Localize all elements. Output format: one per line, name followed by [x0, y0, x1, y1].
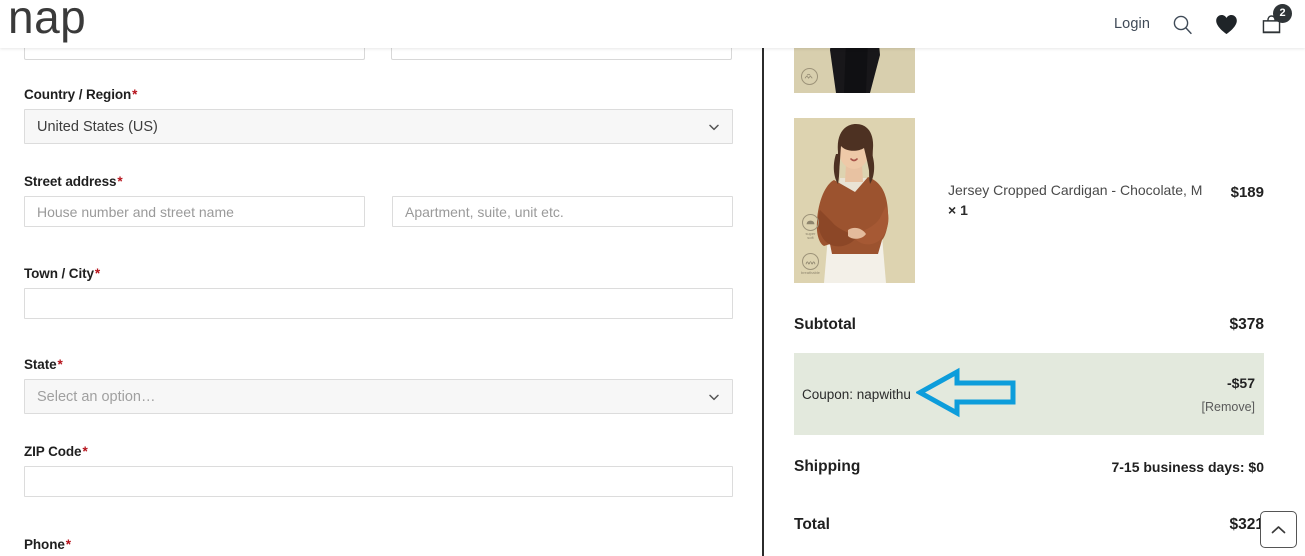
total-value: $321 [1229, 516, 1264, 533]
required-asterisk: * [65, 537, 71, 552]
zip-code-input[interactable] [24, 466, 733, 497]
cart-item: super soft breathable Jersey Cropped Card… [794, 118, 1264, 283]
super-soft-badge-icon [801, 213, 819, 231]
product-thumbnail[interactable]: super soft breathable [794, 118, 915, 283]
site-logo[interactable]: nap [8, 0, 86, 41]
field-zip-code: ZIP Code* [24, 444, 733, 497]
subtotal-label: Subtotal [794, 316, 856, 333]
required-asterisk: * [82, 444, 88, 459]
billing-form-column: Country / Region* United States (US) Str… [0, 48, 763, 556]
label-street-address-text: Street address [24, 174, 117, 189]
scroll-to-top-button[interactable] [1260, 511, 1297, 548]
login-link[interactable]: Login [1114, 16, 1150, 32]
state-value: Select an option… [37, 388, 156, 405]
town-city-input[interactable] [24, 288, 733, 319]
chevron-up-icon [1271, 525, 1286, 533]
product-quantity: × 1 [948, 201, 968, 218]
annotation-arrow-left-icon [916, 367, 1016, 418]
coupon-discount-amount: -$57 [1226, 374, 1255, 391]
street-address-line2-input[interactable] [392, 196, 733, 227]
coupon-label: Coupon: napwithu [802, 386, 911, 402]
order-summary-column: super soft breathable Jersey Cropped Card… [765, 0, 1305, 556]
shipping-row: Shipping 7-15 business days: $0 [794, 458, 1264, 476]
label-phone-text: Phone [24, 537, 65, 552]
subtotal-value: $378 [1229, 316, 1264, 333]
chevron-down-icon [709, 394, 719, 400]
label-town-city-text: Town / City [24, 266, 94, 281]
breathable-badge-icon [801, 252, 819, 270]
header-actions: Login 2 [1114, 0, 1292, 48]
label-country-region: Country / Region* [24, 87, 733, 102]
country-region-value: United States (US) [37, 118, 158, 135]
street-address-line1-input[interactable] [24, 196, 365, 227]
label-state-text: State [24, 357, 57, 372]
search-icon[interactable] [1172, 14, 1193, 35]
label-country-region-text: Country / Region [24, 87, 132, 102]
shipping-value: 7-15 business days: $0 [1111, 459, 1264, 475]
total-row: Total $321 [794, 516, 1264, 534]
breathable-badge-icon [801, 68, 818, 85]
shipping-label: Shipping [794, 458, 861, 475]
required-asterisk: * [94, 266, 101, 281]
label-state: State* [24, 357, 733, 372]
required-asterisk: * [117, 174, 123, 189]
breathable-badge-label: breathable [801, 269, 820, 275]
heart-icon[interactable] [1215, 14, 1238, 35]
chevron-down-icon [709, 124, 719, 130]
label-zip-code: ZIP Code* [24, 444, 733, 459]
coupon-values: -$57 [Remove] [1202, 375, 1257, 414]
product-name-text: Jersey Cropped Cardigan - Chocolate, M [948, 182, 1203, 198]
checkout-page: nap Login 2 Country / Region* United Sta… [0, 0, 1305, 556]
field-town-city: Town / City* [24, 266, 733, 319]
last-name-field-cutoff[interactable] [391, 48, 732, 60]
country-region-select[interactable]: United States (US) [24, 109, 733, 144]
label-phone: Phone* [24, 537, 71, 552]
product-badges [801, 68, 818, 85]
product-badges: super soft breathable [801, 213, 820, 275]
field-street-address: Street address* [24, 174, 733, 227]
product-price: $189 [1230, 184, 1264, 201]
first-name-field-cutoff[interactable] [24, 48, 365, 60]
street-address-inputs [24, 196, 733, 227]
shopping-bag-icon[interactable]: 2 [1260, 3, 1292, 36]
required-asterisk: * [132, 87, 138, 102]
field-state: State* Select an option… [24, 357, 733, 414]
required-asterisk: * [57, 357, 63, 372]
name-fields-cutoff-row [24, 48, 739, 60]
bag-count-badge: 2 [1273, 3, 1292, 23]
total-label: Total [794, 516, 830, 533]
site-header: nap Login 2 [0, 0, 1305, 48]
label-street-address: Street address* [24, 174, 733, 189]
column-divider [762, 48, 764, 556]
field-phone: Phone* [24, 537, 71, 556]
coupon-row: Coupon: napwithu -$57 [Remove] [794, 353, 1264, 435]
label-town-city: Town / City* [24, 266, 733, 281]
label-zip-code-text: ZIP Code [24, 444, 82, 459]
super-soft-badge-label: super soft [805, 230, 816, 241]
product-name: Jersey Cropped Cardigan - Chocolate, M ×… [915, 118, 1231, 221]
subtotal-row: Subtotal $378 [794, 316, 1264, 334]
field-country-region: Country / Region* United States (US) [24, 87, 733, 144]
coupon-remove-link[interactable]: [Remove] [1202, 400, 1256, 414]
state-select[interactable]: Select an option… [24, 379, 733, 414]
